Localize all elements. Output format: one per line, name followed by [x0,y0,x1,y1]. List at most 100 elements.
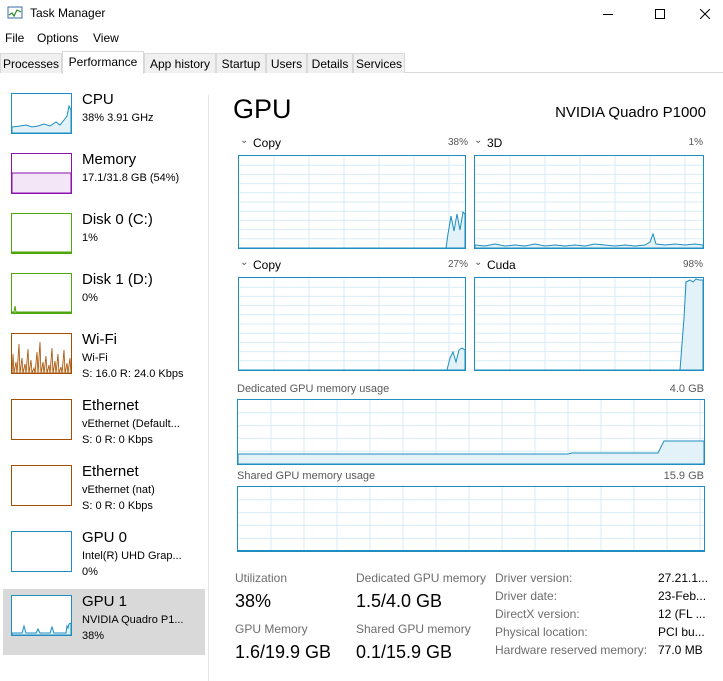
memory-usage: 17.1/31.8 GB (54%) [82,172,180,184]
gpu-memory-value: 1.6/19.9 GB [235,642,332,662]
shared-memory-max: 15.9 GB [663,470,704,482]
ethernet-nat-name: Ethernet [82,463,139,480]
sidebar-divider [208,95,209,681]
tab-processes[interactable]: Processes [0,53,62,73]
shared-memory-label: Shared GPU memory usage [237,470,376,482]
disk1-name: Disk 1 (D:) [82,271,153,288]
menu-options[interactable]: Options [37,31,78,45]
disk0-usage: 1% [82,232,98,244]
task-manager-icon [7,6,23,19]
driver-version-label: Driver version: [495,571,573,585]
hardware-reserved-memory-value: 77.0 MB [658,643,703,657]
dedicated-gpu-memory-label: Dedicated GPU memory [356,571,487,585]
physical-location-value: PCI bu... [658,625,705,639]
sidebar-item-gpu0[interactable]: GPU 0 Intel(R) UHD Grap... 0% [3,525,205,591]
utilization-label: Utilization [235,571,288,585]
gpu0-thumbnail [11,531,72,572]
shared-gpu-memory-label: Shared GPU memory [356,622,471,636]
engine3-dropdown-icon[interactable]: ⌄ [240,257,248,268]
maximize-button[interactable] [637,0,683,28]
memory-name: Memory [82,151,137,168]
sidebar-item-gpu1[interactable]: GPU 1 NVIDIA Quadro P1... 38% [3,589,205,655]
cpu-thumbnail [11,93,72,134]
disk1-usage: 0% [82,292,98,304]
wifi-adapter: Wi-Fi [82,352,108,364]
ethernet-nat-adapter: vEthernet (nat) [82,484,155,496]
disk0-thumbnail [11,213,72,254]
sidebar-item-ethernet-default[interactable]: Ethernet vEthernet (Default... S: 0 R: 0… [3,393,205,459]
ethernet-default-adapter: vEthernet (Default... [82,418,180,430]
engine4-name[interactable]: Cuda [487,258,516,272]
physical-location-label: Physical location: [495,625,588,639]
sidebar-item-wifi[interactable]: Wi-Fi Wi-Fi S: 16.0 R: 24.0 Kbps [3,327,205,393]
tab-users[interactable]: Users [266,53,307,73]
wifi-name: Wi-Fi [82,331,117,348]
engine1-name[interactable]: Copy [253,136,281,150]
shared-gpu-memory-value: 0.1/15.9 GB [356,642,453,662]
engine3-pct: 27% [447,259,468,270]
sidebar-item-disk1[interactable]: Disk 1 (D:) 0% [3,267,205,333]
shared-memory-graph [237,486,705,552]
sidebar-item-cpu[interactable]: CPU 38% 3.91 GHz [3,87,205,153]
maximize-icon [655,9,665,19]
tab-performance[interactable]: Performance [62,51,144,74]
dedicated-memory-graph [237,399,705,465]
close-icon [700,9,710,19]
directx-version-label: DirectX version: [495,607,580,621]
engine3-graph [238,277,466,371]
resource-sidebar: CPU 38% 3.91 GHz Memory 17.1/31.8 GB (54… [0,80,208,681]
dedicated-memory-label: Dedicated GPU memory usage [237,383,390,395]
sidebar-item-memory[interactable]: Memory 17.1/31.8 GB (54%) [3,147,205,213]
engine4-dropdown-icon[interactable]: ⌄ [474,257,482,268]
engine1-dropdown-icon[interactable]: ⌄ [240,135,248,146]
engine2-dropdown-icon[interactable]: ⌄ [474,135,482,146]
memory-thumbnail [11,153,72,194]
close-button[interactable] [682,0,723,28]
ethernet-nat-thumbnail [11,465,72,506]
engine2-name[interactable]: 3D [487,136,502,150]
tab-bar: Processes Performance App history Startu… [0,51,723,74]
gpu0-usage: 0% [82,566,98,578]
dedicated-gpu-memory-value: 1.5/4.0 GB [356,591,443,611]
gpu1-usage: 38% [82,630,105,642]
dedicated-memory-max: 4.0 GB [669,383,704,395]
tab-app-history[interactable]: App history [144,53,216,73]
disk1-thumbnail [11,273,72,314]
wifi-thumbnail [11,333,72,374]
hardware-reserved-memory-label: Hardware reserved memory: [495,643,648,657]
gpu-memory-label: GPU Memory [235,622,308,636]
minimize-button[interactable] [585,0,631,28]
ethernet-default-throughput: S: 0 R: 0 Kbps [82,434,153,446]
driver-version-value: 27.21.1... [658,571,709,585]
cpu-name: CPU [82,91,114,108]
gpu0-model: Intel(R) UHD Grap... [82,550,182,562]
engine1-pct: 38% [447,137,468,148]
engine2-graph [474,155,704,249]
title-bar: Task Manager [0,0,723,28]
gpu1-thumbnail [11,595,72,636]
tab-startup[interactable]: Startup [216,53,266,73]
engine4-pct: 98% [682,259,703,270]
engine1-graph [238,155,466,249]
directx-version-value: 12 (FL ... [658,607,706,621]
minimize-icon [603,14,613,15]
menu-view[interactable]: View [93,31,119,45]
sidebar-item-disk0[interactable]: Disk 0 (C:) 1% [3,207,205,273]
engine3-name[interactable]: Copy [253,258,281,272]
tab-services[interactable]: Services [353,53,405,73]
sidebar-item-ethernet-nat[interactable]: Ethernet vEthernet (nat) S: 0 R: 0 Kbps [3,459,205,525]
driver-date-value: 23-Feb... [658,589,707,603]
menu-file[interactable]: File [5,31,24,45]
tab-details[interactable]: Details [307,53,353,73]
wifi-throughput: S: 16.0 R: 24.0 Kbps [82,368,184,380]
utilization-value: 38% [235,591,272,611]
disk0-name: Disk 0 (C:) [82,211,153,228]
gpu1-model: NVIDIA Quadro P1... [82,614,184,626]
window-title: Task Manager [30,6,106,20]
page-title: GPU [233,94,292,124]
cpu-usage: 38% 3.91 GHz [82,112,154,124]
engine4-graph [474,277,704,371]
gpu-model-name: NVIDIA Quadro P1000 [555,104,706,121]
ethernet-default-thumbnail [11,399,72,440]
gpu1-name: GPU 1 [82,593,128,610]
